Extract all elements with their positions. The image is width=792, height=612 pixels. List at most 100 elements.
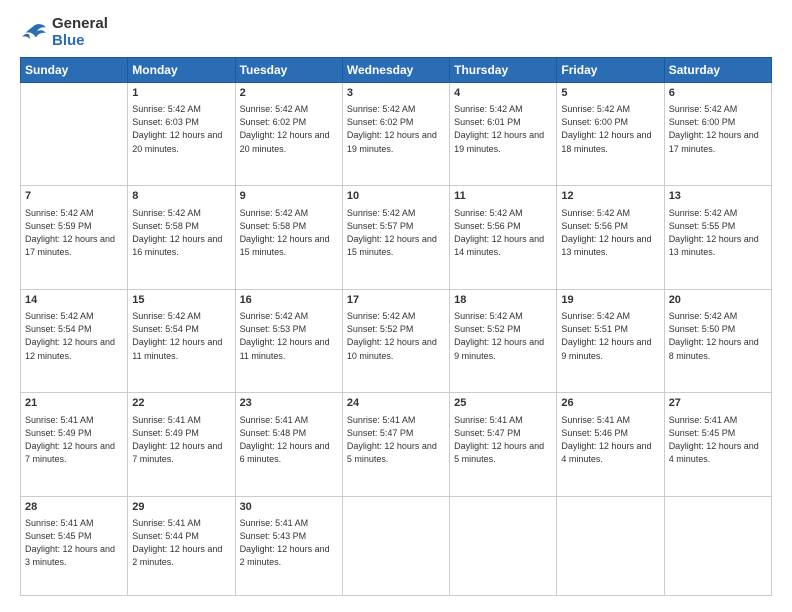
cell-info: Sunrise: 5:42 AMSunset: 6:02 PMDaylight:… [347,103,445,155]
sunset-text: Sunset: 5:58 PM [240,221,307,231]
weekday-header-sunday: Sunday [21,58,128,83]
sunset-text: Sunset: 6:03 PM [132,117,199,127]
logo-line2: Blue [52,33,108,50]
sunset-text: Sunset: 5:47 PM [347,428,414,438]
daylight-text: Daylight: 12 hours and2 minutes. [132,544,222,567]
cell-info: Sunrise: 5:42 AMSunset: 5:58 PMDaylight:… [132,207,230,259]
calendar-cell: 12Sunrise: 5:42 AMSunset: 5:56 PMDayligh… [557,186,664,289]
day-number: 13 [669,189,767,204]
daylight-text: Daylight: 12 hours and4 minutes. [561,441,651,464]
cell-info: Sunrise: 5:42 AMSunset: 6:03 PMDaylight:… [132,103,230,155]
weekday-header-tuesday: Tuesday [235,58,342,83]
day-number: 7 [25,189,123,204]
calendar-cell: 10Sunrise: 5:42 AMSunset: 5:57 PMDayligh… [342,186,449,289]
daylight-text: Daylight: 12 hours and19 minutes. [347,130,437,153]
day-number: 16 [240,293,338,308]
cell-info: Sunrise: 5:42 AM Sunset: 6:02 PM Daylight:… [240,103,338,155]
cell-info: Sunrise: 5:42 AMSunset: 5:52 PMDaylight:… [454,310,552,362]
sunrise-text: Sunrise: 5:42 AM [240,104,309,114]
calendar-cell [21,83,128,186]
calendar-cell: 8 Sunrise: 5:42 AMSunset: 5:58 PMDaylight… [128,186,235,289]
sunset-text: Sunset: 5:49 PM [132,428,199,438]
cell-info: Sunrise: 5:42 AMSunset: 5:51 PMDaylight:… [561,310,659,362]
sunrise-text: Sunrise: 5:42 AM [561,208,630,218]
calendar-cell: 21Sunrise: 5:41 AMSunset: 5:49 PMDayligh… [21,393,128,496]
calendar-cell: 28Sunrise: 5:41 AMSunset: 5:45 PMDayligh… [21,496,128,595]
calendar-cell: 25Sunrise: 5:41 AMSunset: 5:47 PMDayligh… [450,393,557,496]
sunrise-text: Sunrise: 5:42 AM [669,208,738,218]
day-number: 28 [25,500,123,515]
sunrise-text: Sunrise: 5:41 AM [25,518,94,528]
day-number: 8 [132,189,230,204]
calendar-cell: 19Sunrise: 5:42 AMSunset: 5:51 PMDayligh… [557,289,664,392]
daylight-text: Daylight: 12 hours and7 minutes. [25,441,115,464]
header: General Blue [20,16,772,49]
sunrise-text: Sunrise: 5:42 AM [561,104,630,114]
logo: General Blue [20,16,108,49]
day-number: 4 [454,86,552,101]
day-number: 20 [669,293,767,308]
cell-info: Sunrise: 5:42 AMSunset: 5:56 PMDaylight:… [454,207,552,259]
cell-info: Sunrise: 5:41 AMSunset: 5:47 PMDaylight:… [347,414,445,466]
cell-info: Sunrise: 5:42 AMSunset: 5:57 PMDaylight:… [347,207,445,259]
cell-info: Sunrise: 5:42 AMSunset: 5:54 PMDaylight:… [25,310,123,362]
daylight-text: Daylight: 12 hours and12 minutes. [25,337,115,360]
daylight-text: Daylight: 12 hours and20 minutes. [240,130,330,153]
sunset-text: Sunset: 5:48 PM [240,428,307,438]
cell-info: Sunrise: 5:42 AMSunset: 5:50 PMDaylight:… [669,310,767,362]
calendar-cell: 27Sunrise: 5:41 AMSunset: 5:45 PMDayligh… [664,393,771,496]
sunrise-text: Sunrise: 5:42 AM [347,311,416,321]
calendar-cell: 11Sunrise: 5:42 AMSunset: 5:56 PMDayligh… [450,186,557,289]
logo-icon [20,22,48,44]
daylight-text: Daylight: 12 hours and11 minutes. [132,337,222,360]
daylight-text: Daylight: 12 hours and6 minutes. [240,441,330,464]
calendar-week-2: 7Sunrise: 5:42 AMSunset: 5:59 PMDaylight… [21,186,772,289]
calendar-cell: 9Sunrise: 5:42 AMSunset: 5:58 PMDaylight… [235,186,342,289]
sunset-text: Sunset: 5:52 PM [454,324,521,334]
sunrise-text: Sunrise: 5:42 AM [347,104,416,114]
daylight-text: Daylight: 12 hours and15 minutes. [240,234,330,257]
cell-info: Sunrise: 5:41 AMSunset: 5:44 PMDaylight:… [132,517,230,569]
calendar-week-5: 28Sunrise: 5:41 AMSunset: 5:45 PMDayligh… [21,496,772,595]
calendar-cell: 22Sunrise: 5:41 AMSunset: 5:49 PMDayligh… [128,393,235,496]
sunset-text: Sunset: 5:59 PM [25,221,92,231]
calendar-cell: 15Sunrise: 5:42 AMSunset: 5:54 PMDayligh… [128,289,235,392]
day-number: 17 [347,293,445,308]
day-number: 1 [132,86,230,101]
calendar-cell [664,496,771,595]
sunset-text: Sunset: 5:46 PM [561,428,628,438]
calendar-cell: 2 Sunrise: 5:42 AM Sunset: 6:02 PM Daylight… [235,83,342,186]
daylight-text: Daylight: 12 hours and14 minutes. [454,234,544,257]
cell-info: Sunrise: 5:42 AMSunset: 5:59 PMDaylight:… [25,207,123,259]
weekday-header-thursday: Thursday [450,58,557,83]
calendar-cell: 4Sunrise: 5:42 AMSunset: 6:01 PMDaylight… [450,83,557,186]
calendar-cell [450,496,557,595]
sunset-text: Sunset: 6:02 PM [240,117,307,127]
sunrise-text: Sunrise: 5:42 AM [25,311,94,321]
daylight-text: Daylight: 12 hours and17 minutes. [669,130,759,153]
cell-info: Sunrise: 5:42 AMSunset: 5:56 PMDaylight:… [561,207,659,259]
logo-line1: General [52,16,108,33]
sunset-text: Sunset: 6:00 PM [561,117,628,127]
sunset-text: Sunset: 5:49 PM [25,428,92,438]
calendar-cell: 3Sunrise: 5:42 AMSunset: 6:02 PMDaylight… [342,83,449,186]
day-number: 23 [240,396,338,411]
sunset-text: Sunset: 5:47 PM [454,428,521,438]
sunrise-text: Sunrise: 5:41 AM [454,415,523,425]
cell-info: Sunrise: 5:41 AMSunset: 5:49 PMDaylight:… [132,414,230,466]
sunrise-text: Sunrise: 5:42 AM [240,208,309,218]
day-number: 2 [240,86,338,101]
sunrise-text: Sunrise: 5:41 AM [347,415,416,425]
calendar-table: SundayMondayTuesdayWednesdayThursdayFrid… [20,57,772,596]
sunrise-text: Sunrise: 5:42 AM [347,208,416,218]
daylight-text: Daylight: 12 hours and4 minutes. [669,441,759,464]
weekday-header-wednesday: Wednesday [342,58,449,83]
day-number: 24 [347,396,445,411]
cell-info: Sunrise: 5:41 AMSunset: 5:43 PMDaylight:… [240,517,338,569]
sunset-text: Sunset: 5:56 PM [454,221,521,231]
cell-info: Sunrise: 5:41 AMSunset: 5:47 PMDaylight:… [454,414,552,466]
daylight-text: Daylight: 12 hours and13 minutes. [561,234,651,257]
calendar-cell: 29Sunrise: 5:41 AMSunset: 5:44 PMDayligh… [128,496,235,595]
sunrise-text: Sunrise: 5:41 AM [240,518,309,528]
sunrise-text: Sunrise: 5:42 AM [454,311,523,321]
